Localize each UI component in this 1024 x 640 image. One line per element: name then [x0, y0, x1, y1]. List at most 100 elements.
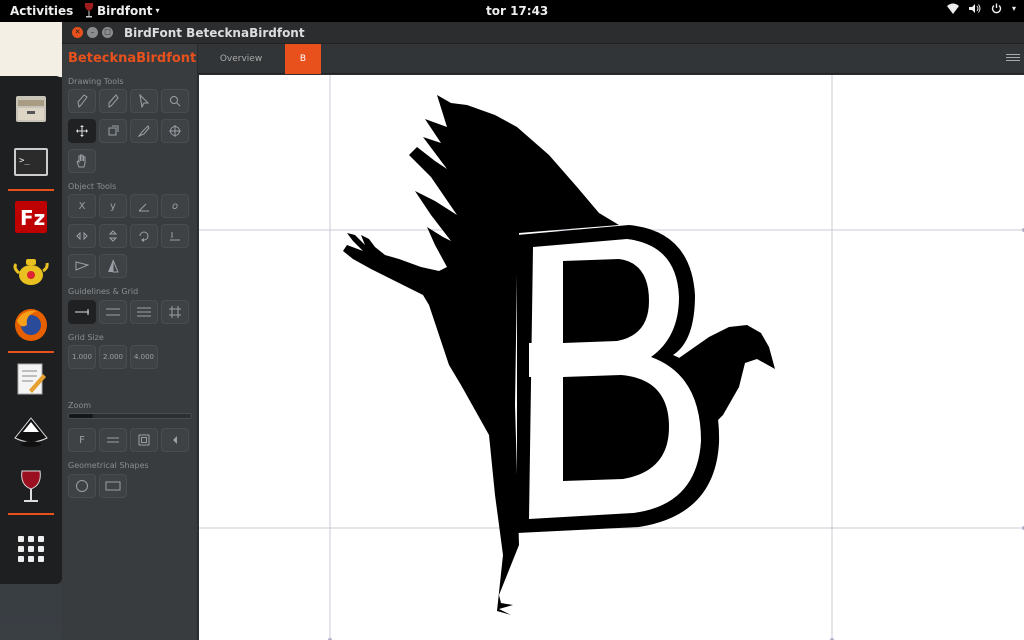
hand-tool[interactable]	[68, 149, 96, 173]
y-coordinate-tool[interactable]: y	[99, 194, 127, 218]
knife-icon	[138, 125, 150, 137]
firefox-icon	[15, 309, 47, 341]
zoom-slider[interactable]	[68, 413, 192, 419]
tab-bar: Overview B	[198, 44, 1024, 74]
activities-button[interactable]: Activities	[10, 4, 73, 18]
dock-item-inkscape[interactable]	[8, 410, 54, 456]
resize-icon	[108, 125, 119, 136]
section-label-zoom: Zoom	[68, 401, 92, 410]
top-bar: Activities Birdfont ▾ tor 17:43 ▾	[0, 0, 1024, 22]
grid-size-1[interactable]: 1.000	[68, 345, 96, 369]
symmetry-tool[interactable]	[99, 254, 127, 278]
pen-tool[interactable]	[68, 89, 96, 113]
skew-icon	[75, 261, 89, 271]
wine-icon	[21, 470, 41, 502]
track-tool[interactable]	[161, 119, 189, 143]
show-grid-toggle[interactable]	[161, 300, 189, 324]
zoom-fit-button[interactable]: F	[68, 428, 96, 452]
inkscape-icon	[14, 417, 48, 447]
x-height-toggle[interactable]	[130, 300, 158, 324]
grid-size-4[interactable]: 4.000	[130, 345, 158, 369]
rectangle-icon	[105, 481, 121, 491]
help-lines-toggle[interactable]	[99, 300, 127, 324]
cursor-icon	[139, 94, 150, 108]
tab-label: Overview	[219, 54, 263, 64]
reverse-path-tool[interactable]	[130, 224, 158, 248]
clock[interactable]: tor 17:43	[486, 4, 548, 18]
pen-icon	[77, 94, 88, 108]
main-menu-icon[interactable]	[1006, 54, 1020, 61]
rotation-tool[interactable]	[130, 194, 158, 218]
rotate-angle-icon	[138, 203, 149, 212]
minimize-window-button[interactable]: –	[87, 27, 98, 38]
help-lines-icon	[106, 308, 120, 316]
system-status-area[interactable]: ▾	[946, 3, 1016, 14]
birdfont-logo-glyph[interactable]	[343, 95, 775, 615]
point-tool[interactable]	[99, 89, 127, 113]
show-applications-icon	[18, 536, 44, 562]
tool-panel: BetecknaBirdfont Drawing Tools Object To…	[62, 44, 198, 640]
dock-item-text-editor[interactable]	[8, 356, 54, 402]
frame-icon	[138, 434, 150, 446]
italic-tool[interactable]: o	[161, 194, 189, 218]
zoom-one-to-one-button[interactable]	[99, 428, 127, 452]
skew-tool[interactable]	[68, 254, 96, 278]
dock-item-terminal[interactable]: >_	[8, 140, 54, 191]
app-menu[interactable]: Birdfont ▾	[84, 3, 160, 18]
zoom-boundaries-button[interactable]	[130, 428, 158, 452]
knife-tool[interactable]	[130, 119, 158, 143]
zoom-previous-button[interactable]	[161, 428, 189, 452]
maximize-window-button[interactable]: □	[102, 27, 113, 38]
glyph-canvas[interactable]	[199, 75, 1024, 640]
window-titlebar[interactable]: ✕ – □ BirdFont BetecknaBirdfont	[62, 22, 1024, 44]
section-label-object-tools: Object Tools	[68, 182, 117, 191]
svg-text:Fz: Fz	[20, 206, 45, 230]
volume-icon	[968, 4, 981, 13]
crosshair-icon	[169, 125, 181, 137]
svg-text:>_: >_	[19, 156, 30, 166]
circle-tool[interactable]	[68, 474, 96, 498]
move-tool[interactable]	[68, 119, 96, 143]
dock-item-teapot[interactable]	[8, 248, 54, 294]
rectangle-tool[interactable]	[99, 474, 127, 498]
pencil-icon	[108, 94, 119, 108]
reverse-path-icon	[139, 231, 149, 242]
tab-overview[interactable]: Overview	[198, 44, 284, 74]
equal-lines-icon	[107, 437, 119, 443]
files-icon	[16, 96, 46, 122]
section-label-grid-size: Grid Size	[68, 333, 104, 342]
italic-label: o	[171, 200, 179, 212]
x-label: X	[78, 200, 86, 212]
power-icon	[991, 3, 1002, 14]
section-label-guidelines-grid: Guidelines & Grid	[68, 287, 139, 296]
dock-item-firefox[interactable]	[8, 302, 54, 353]
filezilla-icon: Fz	[15, 201, 47, 233]
x-coordinate-tool[interactable]: X	[68, 194, 96, 218]
wine-glass-icon	[84, 3, 94, 18]
hand-icon	[76, 154, 86, 168]
wifi-icon	[946, 3, 959, 14]
show-guides-toggle[interactable]	[68, 300, 96, 324]
y-label: y	[110, 200, 116, 212]
circle-icon	[76, 480, 88, 492]
tab-glyph-b[interactable]: B	[285, 44, 321, 74]
dock-item-filezilla[interactable]: Fz	[8, 194, 54, 240]
show-applications-button[interactable]	[8, 526, 54, 572]
dock-item-files[interactable]	[8, 86, 54, 132]
flip-horizontal-tool[interactable]	[68, 224, 96, 248]
move-arrows-icon	[76, 125, 88, 137]
window-title: BirdFont BetecknaBirdfont	[124, 26, 305, 40]
glyph-editor-svg[interactable]	[199, 75, 1024, 640]
symmetry-icon	[108, 259, 119, 273]
tab-label: B	[299, 54, 307, 64]
close-window-button[interactable]: ✕	[72, 27, 83, 38]
grid-size-2[interactable]: 2.000	[99, 345, 127, 369]
dock-item-wine[interactable]	[8, 464, 54, 515]
zoom-tool[interactable]	[161, 89, 189, 113]
select-tool[interactable]	[130, 89, 158, 113]
flip-vertical-tool[interactable]	[99, 224, 127, 248]
text-editor-icon	[17, 363, 46, 395]
resize-tool[interactable]	[99, 119, 127, 143]
grid-icon	[169, 306, 181, 318]
move-to-baseline-tool[interactable]	[161, 224, 189, 248]
